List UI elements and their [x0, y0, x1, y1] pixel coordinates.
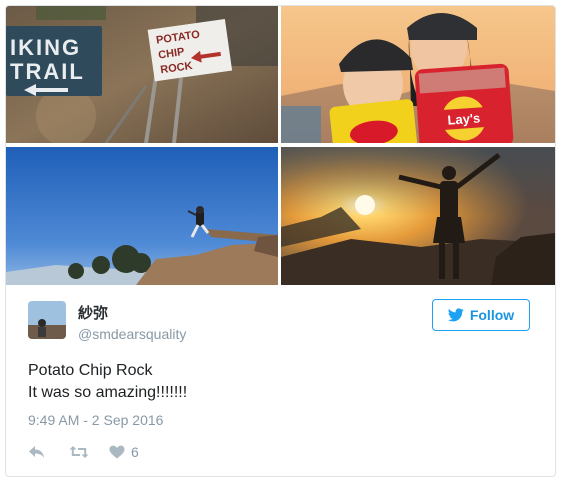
timestamp[interactable]: 9:49 AM - 2 Sep 2016 — [28, 412, 163, 428]
trail-sign-line1: IKING — [10, 35, 81, 60]
photo-trail-sign[interactable]: IKING TRAIL POTATO CHIP ROCK — [6, 6, 278, 143]
avatar-icon — [28, 301, 66, 339]
twitter-bird-icon — [447, 308, 464, 322]
heart-icon — [109, 445, 125, 459]
tweet-text-line: It was so amazing!!!!!!! — [28, 384, 188, 401]
photo-sunset-silhouette[interactable] — [281, 147, 555, 285]
screen-name[interactable]: @smdearsquality — [78, 326, 186, 342]
photo-rock-jump[interactable] — [6, 147, 278, 285]
tweet-card: IKING TRAIL POTATO CHIP ROCK Lay's 紗弥 @s… — [5, 5, 556, 477]
action-bar: 6 — [28, 442, 139, 462]
avatar[interactable] — [28, 301, 66, 339]
like-count: 6 — [131, 444, 139, 460]
display-name[interactable]: 紗弥 — [78, 302, 108, 323]
chip-brand-label: Lay's — [447, 110, 481, 127]
tweet-text-line: Potato Chip Rock — [28, 362, 153, 379]
photo-grid: IKING TRAIL POTATO CHIP ROCK Lay's — [6, 6, 555, 285]
retweet-button[interactable] — [69, 445, 89, 459]
photo-selfie-chips[interactable]: Lay's — [281, 6, 555, 143]
reply-button[interactable] — [28, 445, 45, 459]
follow-label: Follow — [469, 307, 515, 323]
like-button[interactable]: 6 — [109, 444, 139, 460]
follow-button[interactable]: Follow — [432, 299, 530, 331]
reply-icon — [29, 446, 44, 458]
tweet-text: Potato Chip Rock It was so amazing!!!!!!… — [28, 360, 187, 404]
trail-sign-line2: TRAIL — [10, 59, 85, 84]
retweet-icon — [69, 446, 89, 458]
